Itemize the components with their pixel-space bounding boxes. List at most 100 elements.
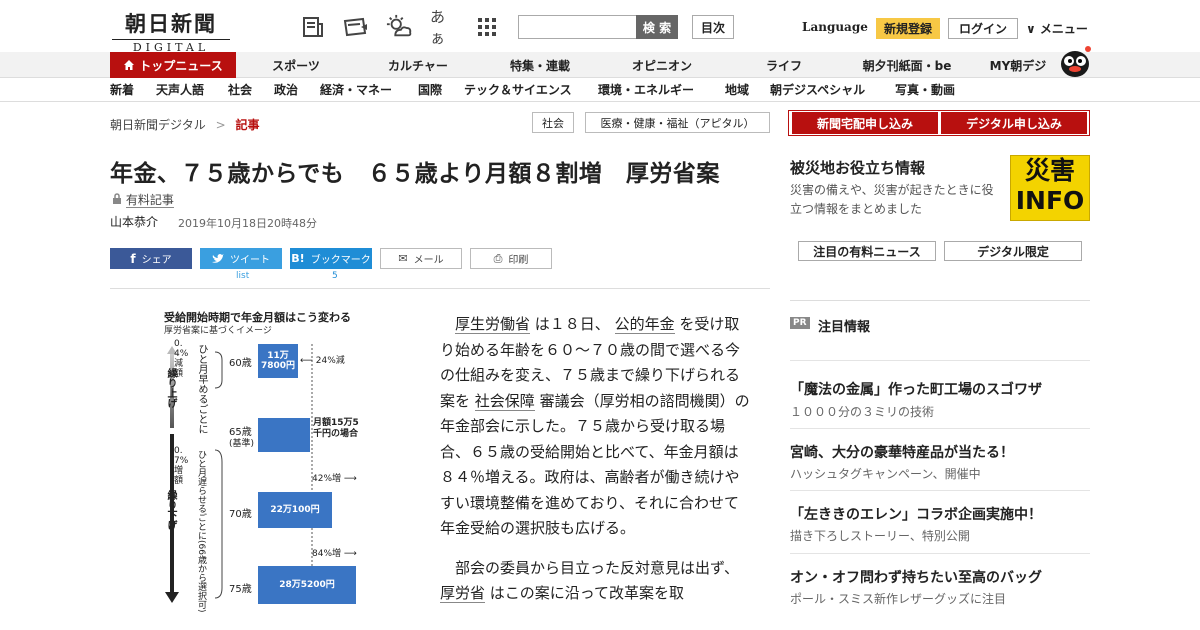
toc-button[interactable]: 目次 xyxy=(692,15,734,39)
paid-article-text: 有料記事 xyxy=(125,193,174,208)
pr-separator xyxy=(790,428,1090,429)
pr-item-4-title[interactable]: オン・オフ問わず持ちたい至高のバッグ xyxy=(790,567,1042,587)
nav2-environment[interactable]: 環境・エネルギー xyxy=(598,81,694,98)
newspaper-icon[interactable] xyxy=(300,14,326,40)
search-input[interactable] xyxy=(518,15,636,39)
nav2-international[interactable]: 国際 xyxy=(418,81,442,98)
register-button[interactable]: 新規登録 xyxy=(876,18,940,39)
up-label: 繰り上げ xyxy=(165,368,176,408)
language-link[interactable]: Language xyxy=(802,20,868,34)
mascot-icon[interactable] xyxy=(1058,44,1092,78)
asahi-logo[interactable]: 朝日新聞 DIGITAL xyxy=(112,8,230,54)
print-icon: ⎙ xyxy=(493,251,503,265)
author-name[interactable]: 山本恭介 xyxy=(110,213,158,230)
down-rate-text: 0.7%増額 xyxy=(174,446,189,486)
facebook-share-button[interactable]: f シェア xyxy=(110,248,192,269)
article-title: 年金、７５歳からでも ６５歳より月額８割増 厚労省案 xyxy=(110,161,720,187)
pr-separator xyxy=(790,360,1090,361)
twitter-share-button[interactable]: ツイート xyxy=(200,248,282,269)
tag-medical[interactable]: 医療・健康・福祉（アピタル） xyxy=(585,112,770,133)
link-mhlw-2[interactable]: 厚労省 xyxy=(440,584,486,603)
infographic-subtitle: 厚労省案に基づくイメージ xyxy=(164,326,272,336)
nav-sports[interactable]: スポーツ xyxy=(246,52,346,78)
nav2-region[interactable]: 地域 xyxy=(725,81,749,98)
nav2-politics[interactable]: 政治 xyxy=(274,81,298,98)
link-public-pension[interactable]: 公的年金 xyxy=(614,315,675,334)
hatena-bookmark-label: ブックマーク xyxy=(310,255,371,266)
disaster-info-banner[interactable]: 災害 INFO xyxy=(1010,155,1090,221)
weather-icon[interactable] xyxy=(386,14,412,40)
bar-60: 11万7800円 xyxy=(258,344,298,378)
digital-subscribe-button[interactable]: デジタル申し込み xyxy=(941,112,1087,134)
pr-item-4-sub[interactable]: ポール・スミス新作レザーグッズに注目 xyxy=(790,590,1006,607)
mail-button[interactable]: ✉ メール xyxy=(380,248,462,269)
nav2-photo[interactable]: 写真・動画 xyxy=(895,81,955,98)
lock-icon xyxy=(113,193,121,204)
nav-features[interactable]: 特集・連載 xyxy=(490,52,590,78)
pr-separator xyxy=(790,553,1090,554)
grid-menu-icon[interactable] xyxy=(474,14,500,40)
pr-item-2-sub[interactable]: ハッシュタグキャンペーン、開催中 xyxy=(790,465,981,482)
paragraph-2: 部会の委員から目立った反対意見は出ず、 厚労省 はこの案に沿って改革案を取 xyxy=(440,558,739,603)
hatena-count: 5 xyxy=(332,271,338,281)
print-button[interactable]: ⎙ 印刷 xyxy=(470,248,552,269)
age-70: 70歳 xyxy=(229,509,252,520)
pr-title: 注目情報 xyxy=(818,320,871,335)
nav-opinion[interactable]: オピニオン xyxy=(612,52,712,78)
mail-icon: ✉ xyxy=(398,252,408,265)
pr-item-3-title[interactable]: 「左ききのエレン」コラボ企画実施中！ xyxy=(790,504,1042,524)
article-divider xyxy=(110,288,770,289)
newspaper-subscribe-button[interactable]: 新聞宅配申し込み xyxy=(792,112,938,134)
breadcrumb-separator: > xyxy=(215,118,226,132)
up-rule-text: ひと月早めるごとに xyxy=(196,344,207,434)
digital-only-button[interactable]: デジタル限定 xyxy=(944,241,1082,261)
paid-news-button[interactable]: 注目の有料ニュース xyxy=(798,241,936,261)
nav2-economy[interactable]: 経済・マネー xyxy=(320,81,392,98)
down-label: 繰り下げ xyxy=(165,490,176,530)
facebook-icon: f xyxy=(130,251,136,266)
change-70: 42%増 ⟶ xyxy=(312,474,357,484)
twitter-list-link[interactable]: list xyxy=(236,271,249,281)
nav-my-asadigi[interactable]: MY朝デジ xyxy=(980,52,1056,78)
breadcrumb-current: 記事 xyxy=(235,118,260,132)
pr-item-2-title[interactable]: 宮崎、大分の豪華特産品が当たる！ xyxy=(790,442,1014,462)
bar-75: 28万5200円 xyxy=(258,566,356,604)
nav-newspaper[interactable]: 朝夕刊紙面・be xyxy=(850,52,964,78)
font-size-icon[interactable]: あぁ xyxy=(430,8,456,47)
facebook-share-label: シェア xyxy=(141,255,172,266)
nav2-tensei[interactable]: 天声人語 xyxy=(156,81,204,98)
disaster-info-title[interactable]: 被災地お役立ち情報 xyxy=(790,157,925,178)
search-button[interactable]: 検 索 xyxy=(636,15,678,39)
down-rule-text: ひと月遅らせるごとに(66歳から選択可) xyxy=(196,450,206,613)
nav-life[interactable]: ライフ xyxy=(734,52,834,78)
hatena-bookmark-button[interactable]: B! ブックマーク xyxy=(290,248,372,269)
link-social-security[interactable]: 社会保障 xyxy=(474,391,535,411)
publish-date: 2019年10月18日20時48分 xyxy=(178,217,317,230)
pr-item-1-sub[interactable]: １０００分の３ミリの技術 xyxy=(790,403,934,420)
menu-button[interactable]: ∨ メニュー xyxy=(1026,20,1088,37)
bar-70: 22万100円 xyxy=(258,492,332,528)
disaster-info-desc[interactable]: 災害の備えや、災害が起きたときに役立つ情報をまとめました xyxy=(790,181,1002,219)
login-button[interactable]: ログイン xyxy=(948,18,1018,39)
nav-top-news[interactable]: トップニュース xyxy=(110,52,236,78)
scrap-icon[interactable] xyxy=(342,14,368,40)
article-body: 厚生労働省 は１８日、 公的年金 を受け取り始める年齢を６０～７０歳の間で選べる… xyxy=(440,312,750,621)
nav-top-news-label: トップニュース xyxy=(139,58,223,73)
print-label: 印刷 xyxy=(508,255,529,266)
tag-society[interactable]: 社会 xyxy=(532,112,574,133)
breadcrumb-home[interactable]: 朝日新聞デジタル xyxy=(110,118,206,132)
pr-item-3-sub[interactable]: 描き下ろしストーリー、特別公開 xyxy=(790,527,970,544)
nav2-special[interactable]: 朝デジスペシャル xyxy=(770,81,865,98)
nav2-new[interactable]: 新着 xyxy=(110,81,134,98)
home-icon xyxy=(124,60,135,70)
nav2-tech[interactable]: テック＆サイエンス xyxy=(464,81,572,98)
base-amount-65: 月額15万5千円の場合 xyxy=(313,418,359,439)
age-60: 60歳 xyxy=(229,358,252,369)
hatena-icon: B! xyxy=(291,252,305,265)
change-75: 84%増 ⟶ xyxy=(312,549,357,559)
nav2-society[interactable]: 社会 xyxy=(228,81,252,98)
breadcrumb: 朝日新聞デジタル > 記事 xyxy=(110,116,260,133)
nav-culture[interactable]: カルチャー xyxy=(368,52,468,78)
pr-item-1-title[interactable]: 「魔法の金属」作った町工場のスゴワザ xyxy=(790,379,1042,399)
link-mhlw[interactable]: 厚生労働省 xyxy=(455,315,531,334)
